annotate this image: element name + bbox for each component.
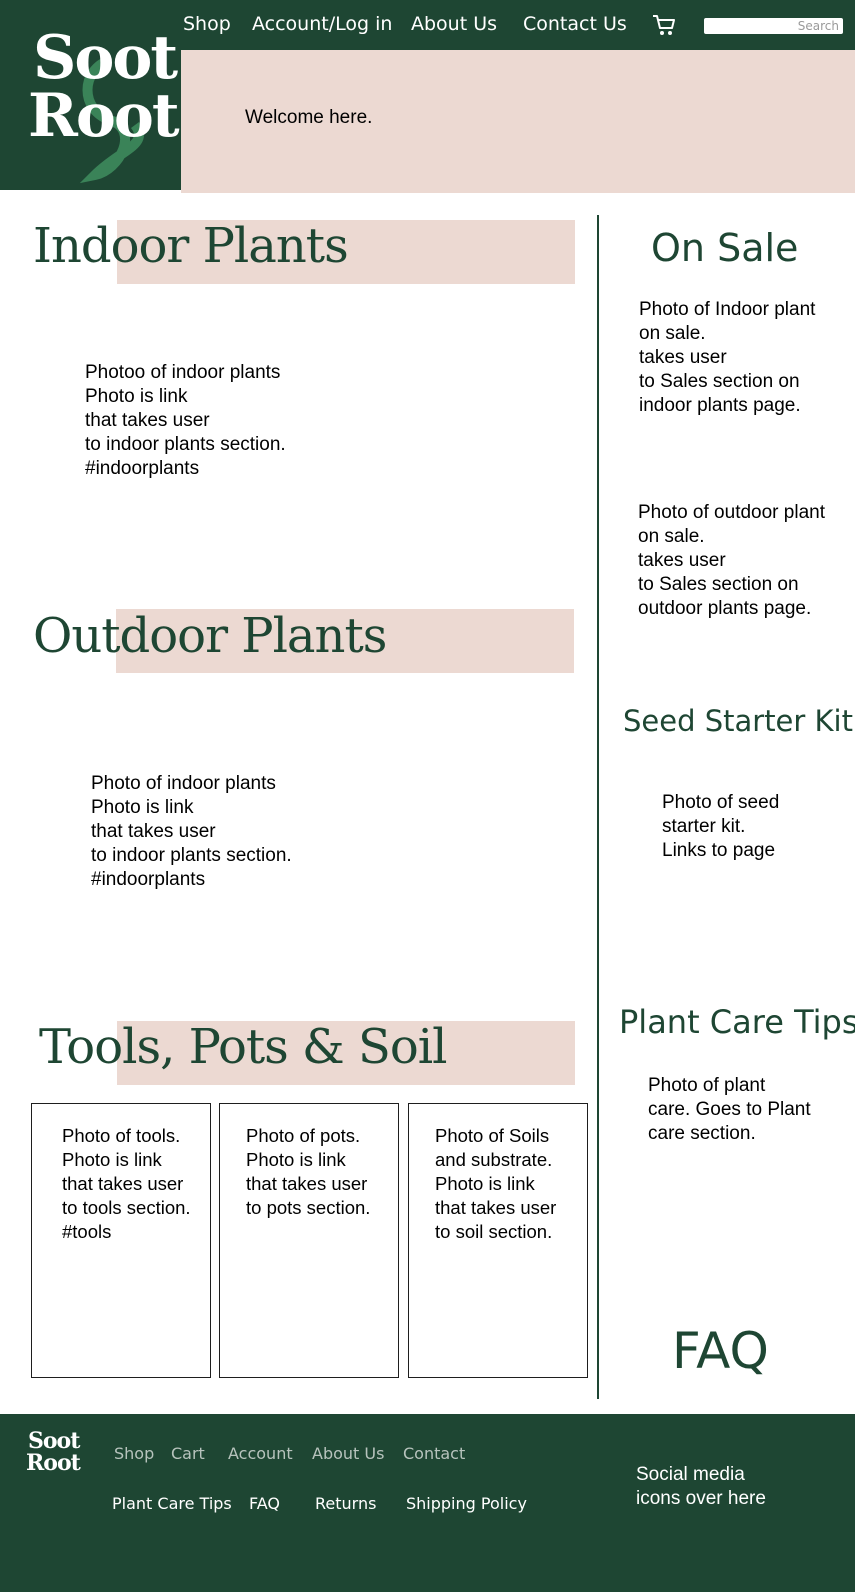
plant-care-tips-title[interactable]: Plant Care Tips — [619, 1006, 855, 1038]
footer-link-plant-care-tips[interactable]: Plant Care Tips — [112, 1494, 232, 1513]
footer-logo-root: Root — [26, 1450, 81, 1476]
pots-card-text: Photo of pots. Photo is link that takes … — [246, 1125, 371, 1218]
footer-logo[interactable]: Soot Root — [26, 1430, 86, 1488]
logo-word-root: Root — [28, 81, 180, 151]
footer-link-cart[interactable]: Cart — [171, 1444, 205, 1463]
footer-link-shop[interactable]: Shop — [114, 1444, 154, 1463]
welcome-text: Welcome here. — [245, 107, 373, 128]
pots-card[interactable]: Photo of pots. Photo is link that takes … — [219, 1103, 399, 1378]
soil-card[interactable]: Photo of Soils and substrate. Photo is l… — [408, 1103, 588, 1378]
outdoor-plants-photo-link[interactable]: Photo of indoor plants Photo is link tha… — [91, 772, 292, 892]
plant-care-tips-link[interactable]: Photo of plant care. Goes to Plant care … — [648, 1074, 811, 1146]
seed-starter-kit-link[interactable]: Photo of seed starter kit. Links to page — [662, 791, 779, 863]
indoor-plants-title[interactable]: Indoor Plants — [33, 222, 349, 270]
nav-about-us[interactable]: About Us — [411, 13, 497, 35]
social-media-placeholder: Social media icons over here — [636, 1464, 766, 1509]
footer-link-about-us[interactable]: About Us — [312, 1444, 384, 1463]
nav-shop[interactable]: Shop — [183, 13, 231, 35]
footer-link-faq[interactable]: FAQ — [249, 1494, 280, 1513]
search-input[interactable] — [704, 18, 843, 34]
site-logo[interactable]: Soot Root — [0, 0, 181, 190]
tools-card-text: Photo of tools. Photo is link that takes… — [62, 1125, 191, 1242]
on-sale-indoor-link[interactable]: Photo of Indoor plant on sale. takes use… — [639, 298, 815, 418]
tools-pots-soil-title[interactable]: Tools, Pots & Soil — [39, 1023, 447, 1071]
seed-starter-kit-title[interactable]: Seed Starter Kit — [623, 707, 853, 736]
footer-link-returns[interactable]: Returns — [315, 1494, 376, 1513]
footer-link-contact[interactable]: Contact — [403, 1444, 465, 1463]
soil-card-text: Photo of Soils and substrate. Photo is l… — [435, 1125, 557, 1242]
indoor-plants-photo-link[interactable]: Photoo of indoor plants Photo is link th… — [85, 361, 286, 481]
footer-logo-soot: Soot — [28, 1430, 80, 1454]
logo-word-soot: Soot — [33, 23, 178, 93]
on-sale-outdoor-link[interactable]: Photo of outdoor plant on sale. takes us… — [638, 501, 825, 621]
faq-link[interactable]: FAQ — [672, 1326, 769, 1376]
footer-link-account[interactable]: Account — [228, 1444, 293, 1463]
outdoor-plants-title[interactable]: Outdoor Plants — [33, 612, 387, 660]
tools-card[interactable]: Photo of tools. Photo is link that takes… — [31, 1103, 211, 1378]
nav-account-login[interactable]: Account/Log in — [252, 13, 392, 35]
footer-link-shipping-policy[interactable]: Shipping Policy — [406, 1494, 527, 1513]
shopping-cart-icon[interactable] — [651, 13, 677, 37]
on-sale-title[interactable]: On Sale — [651, 229, 798, 267]
nav-contact-us[interactable]: Contact Us — [523, 13, 627, 35]
sidebar-divider — [597, 215, 599, 1399]
